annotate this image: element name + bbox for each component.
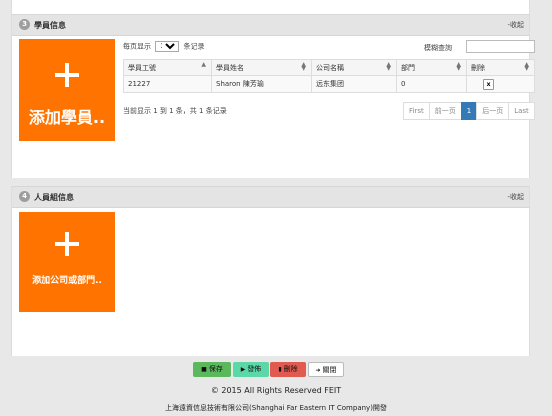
column-header-delete[interactable]: 刪除 ▲ ▼ bbox=[466, 59, 535, 76]
add-student-button[interactable]: 添加學員.. bbox=[19, 39, 115, 141]
search-label: 模糊查詢 bbox=[424, 44, 452, 52]
personnel-panel-title: 人員組信息 bbox=[34, 193, 74, 202]
delete-row-icon[interactable]: x bbox=[483, 78, 494, 90]
page-prev-button[interactable]: 前一页 bbox=[428, 102, 462, 120]
plus-icon bbox=[55, 232, 79, 256]
add-student-label: 添加學員.. bbox=[28, 108, 106, 127]
cell-id: 21227 bbox=[123, 75, 212, 93]
students-panel-title: 學員信息 bbox=[34, 21, 66, 30]
page-size-control: 每页显示 10 条记录 bbox=[123, 41, 204, 52]
cell-company: 远东集团 bbox=[311, 75, 397, 93]
save-icon: ■ bbox=[201, 366, 207, 373]
personnel-panel: 4 人員組信息 -收起 添加公司或部門.. bbox=[11, 186, 530, 356]
column-header-dept[interactable]: 部門 ▲ ▼ bbox=[396, 59, 467, 76]
page-first-button[interactable]: First bbox=[403, 102, 430, 120]
column-header-name[interactable]: 學員姓名 ▲ ▼ bbox=[211, 59, 312, 76]
copyright-text: © 2015 All Rights Reserved FEIT bbox=[210, 386, 342, 395]
table-row: 21227 Sharon 陳芳瑜 远东集团 0 x bbox=[123, 75, 535, 93]
table-info: 当前显示 1 到 1 条，共 1 条记录 bbox=[123, 107, 227, 115]
column-header-id[interactable]: 學員工號 ▲ bbox=[123, 59, 212, 76]
collapse-link[interactable]: -收起 bbox=[507, 20, 524, 30]
pagination: First 前一页 1 后一页 Last bbox=[403, 102, 535, 120]
sort-asc-icon: ▲ bbox=[201, 61, 206, 68]
sort-icon: ▲ ▼ bbox=[386, 61, 391, 72]
personnel-panel-header: 4 人員組信息 -收起 bbox=[12, 186, 529, 208]
page-last-button[interactable]: Last bbox=[508, 102, 535, 120]
plus-icon bbox=[55, 63, 79, 87]
sort-icon: ▲ ▼ bbox=[301, 61, 306, 72]
section-number-badge: 3 bbox=[19, 19, 30, 30]
add-company-label: 添加公司或部門.. bbox=[32, 276, 102, 286]
sort-icon: ▲ ▼ bbox=[456, 61, 461, 72]
table-header-row: 學員工號 ▲ 學員姓名 ▲ ▼ 公司名稱 ▲ ▼ 部門 ▲ ▼ 刪除 ▲ ▼ bbox=[123, 59, 535, 76]
students-panel-header: 3 學員信息 -收起 bbox=[12, 14, 529, 36]
column-header-company[interactable]: 公司名稱 ▲ ▼ bbox=[311, 59, 397, 76]
cell-delete: x bbox=[466, 75, 535, 93]
save-button[interactable]: ■ 保存 bbox=[193, 362, 231, 377]
close-button[interactable]: ➜ 關閉 bbox=[308, 362, 344, 377]
collapse-link[interactable]: -收起 bbox=[507, 192, 524, 202]
section-number-badge: 4 bbox=[19, 191, 30, 202]
publish-button[interactable]: ▶ 發佈 bbox=[233, 362, 269, 377]
students-panel: 3 學員信息 -收起 添加學員.. 每页显示 10 条记录 模糊查詢 學員工號 ▲… bbox=[11, 0, 535, 178]
exit-icon: ➜ bbox=[315, 367, 321, 374]
page-next-button[interactable]: 后一页 bbox=[476, 102, 510, 120]
search-input[interactable] bbox=[466, 40, 535, 53]
delete-button[interactable]: ▮ 刪除 bbox=[270, 362, 306, 377]
trash-icon: ▮ bbox=[278, 366, 282, 373]
page-size-select[interactable]: 10 bbox=[155, 41, 180, 52]
page-size-suffix: 条记录 bbox=[183, 42, 205, 51]
add-company-button[interactable]: 添加公司或部門.. bbox=[19, 212, 115, 312]
cell-name: Sharon 陳芳瑜 bbox=[211, 75, 312, 93]
publish-icon: ▶ bbox=[240, 366, 246, 373]
cell-dept: 0 bbox=[396, 75, 467, 93]
page-size-prefix: 每页显示 bbox=[123, 42, 151, 51]
students-table: 學員工號 ▲ 學員姓名 ▲ ▼ 公司名稱 ▲ ▼ 部門 ▲ ▼ 刪除 ▲ ▼ 21227 Shar… bbox=[123, 59, 535, 93]
company-text: 上海遠資信息技術有限公司(Shanghai Far Eastern IT Com… bbox=[165, 404, 387, 412]
page-number-button[interactable]: 1 bbox=[460, 102, 478, 120]
sort-icon: ▲ ▼ bbox=[524, 61, 529, 72]
